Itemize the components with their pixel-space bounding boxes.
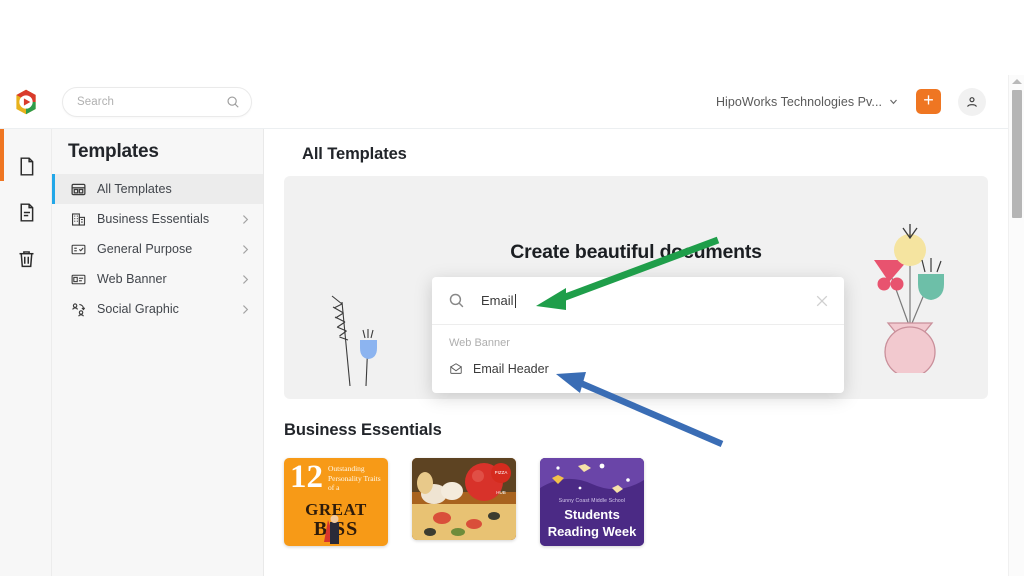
overlay-result-email-header[interactable]: Email Header: [432, 359, 844, 379]
rail-item-documents[interactable]: [0, 143, 52, 189]
hexagon-play-logo-icon: [16, 89, 36, 114]
page-title: All Templates: [302, 145, 407, 163]
scroll-up-arrow-icon[interactable]: [1012, 79, 1022, 84]
document-blank-icon: [20, 156, 33, 176]
top-bar-right-cluster: HipoWorks Technologies Pv... +: [716, 87, 1008, 116]
template-card-students-reading-week[interactable]: Sunny Coast Middle School Students Readi…: [540, 458, 644, 546]
envelope-icon: [450, 363, 462, 374]
trash-icon: [19, 250, 33, 267]
template-card-great-boss[interactable]: 12 Outstanding Personality Traits of a G…: [284, 458, 388, 546]
sidebar-item-label: Web Banner: [97, 272, 167, 286]
sidebar-item-label: Social Graphic: [97, 302, 179, 316]
flower-vase-illustration: [862, 198, 958, 378]
text-cursor: [514, 293, 516, 308]
section-title-business-essentials: Business Essentials: [284, 421, 442, 439]
create-new-button[interactable]: +: [916, 89, 941, 114]
icon-rail: [0, 129, 52, 576]
scrollbar-thumb[interactable]: [1012, 90, 1022, 218]
overlay-results-list: Web Banner Email Header: [432, 325, 844, 393]
rail-item-trash[interactable]: [0, 235, 52, 281]
banner-icon: [70, 271, 87, 288]
rail-active-indicator: [0, 129, 4, 181]
sidebar-item-social-graphic[interactable]: Social Graphic: [52, 294, 263, 324]
overlay-result-label: Email Header: [473, 362, 549, 376]
sidebar-item-business-essentials[interactable]: Business Essentials: [52, 204, 263, 234]
template-card-grid: 12 Outstanding Personality Traits of a G…: [284, 458, 988, 546]
grid-panel-icon: [70, 181, 87, 198]
sidebar-item-label: All Templates: [97, 182, 172, 196]
document-lines-icon: [20, 202, 33, 222]
people-share-icon: [70, 301, 87, 318]
chevron-right-icon[interactable]: [241, 244, 249, 255]
sidebar-item-all-templates[interactable]: All Templates: [52, 174, 263, 204]
boss-figure-art: [324, 515, 339, 544]
sidebar-nav: All Templates Business Essentials Genera…: [52, 174, 263, 324]
chevron-right-icon[interactable]: [241, 214, 249, 225]
search-icon: [227, 95, 239, 108]
building-icon: [70, 211, 87, 228]
page-scrollbar[interactable]: [1008, 75, 1024, 576]
overlay-search-input[interactable]: Email: [481, 293, 814, 308]
chevron-right-icon[interactable]: [241, 304, 249, 315]
rail-item-my-files[interactable]: [0, 189, 52, 235]
close-icon[interactable]: [814, 293, 830, 309]
account-avatar-button[interactable]: [958, 87, 986, 116]
sidebar-item-web-banner[interactable]: Web Banner: [52, 264, 263, 294]
sidebar-item-label: General Purpose: [97, 242, 193, 256]
checklist-icon: [70, 241, 87, 258]
sidebar: Templates All Templates Business Essenti…: [52, 129, 264, 576]
sidebar-item-label: Business Essentials: [97, 212, 210, 226]
organization-name[interactable]: HipoWorks Technologies Pv...: [716, 95, 882, 109]
top-bar: Search HipoWorks Technologies Pv... +: [0, 75, 1008, 129]
overlay-search-row[interactable]: Email: [432, 277, 844, 325]
chevron-right-icon[interactable]: [241, 274, 249, 285]
global-search-input[interactable]: Search: [77, 96, 226, 108]
app-logo[interactable]: [0, 88, 52, 116]
global-search-box[interactable]: Search: [62, 86, 252, 117]
sidebar-item-general-purpose[interactable]: General Purpose: [52, 234, 263, 264]
sidebar-title: Templates: [68, 141, 159, 162]
app-window: Search HipoWorks Technologies Pv... + Te…: [0, 0, 1024, 576]
overlay-search-value: Email: [481, 293, 514, 308]
card-line2: Reading Week: [547, 524, 637, 539]
overlay-result-group-label: Web Banner: [449, 337, 510, 349]
wheat-and-tulip-illustration: [320, 286, 390, 396]
card-school-name: Sunny Coast Middle School: [558, 498, 626, 504]
card-badge: PIZZA HUB: [491, 463, 511, 495]
template-card-pizza[interactable]: PIZZA HUB: [412, 458, 516, 540]
chevron-down-icon[interactable]: [889, 97, 898, 106]
user-icon: [967, 96, 977, 107]
card-line1: Students: [564, 507, 620, 522]
search-suggestions-panel: Email Web Banner Email Header: [432, 277, 844, 393]
window-top-gutter: [0, 0, 1024, 75]
search-icon: [449, 293, 464, 308]
